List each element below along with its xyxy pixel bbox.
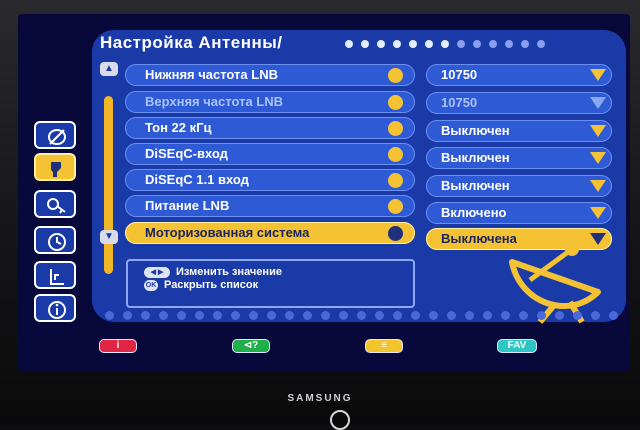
red-button[interactable]: i — [99, 339, 137, 353]
setting-label: DiSEqC-вход — [145, 146, 228, 161]
setting-value: Выключен — [441, 178, 510, 193]
setting-label: Тон 22 кГц — [145, 120, 212, 135]
row-indicator-icon — [388, 226, 403, 241]
sidebar-item-satellite[interactable] — [34, 121, 76, 149]
menu-title: Настройка Антенны/ — [100, 33, 283, 52]
fav-button[interactable]: FAV — [497, 339, 537, 353]
row-indicator-icon — [388, 95, 403, 110]
ok-key-icon: OK — [144, 279, 158, 291]
dropdown-arrow-icon — [590, 152, 606, 164]
setting-row-diseqc[interactable]: DiSEqC-вход — [125, 143, 415, 165]
power-button[interactable] — [330, 410, 350, 430]
setting-value-diseqc-11[interactable]: Выключен — [426, 175, 612, 197]
setting-value-lnb-power[interactable]: Включено — [426, 202, 612, 224]
tv-brand-logo: SAMSUNG — [287, 393, 353, 404]
setting-label: Нижняя частота LNB — [145, 67, 278, 82]
key-icon — [47, 198, 66, 214]
scroll-up-icon[interactable]: ▲ — [100, 62, 118, 76]
sidebar-item-info[interactable] — [34, 294, 76, 322]
help-line-open: OK Раскрыть список — [144, 279, 258, 291]
setting-row-lnb-high[interactable]: Верхняя частота LNB — [125, 91, 415, 113]
setting-row-lnb-low[interactable]: Нижняя частота LNB — [125, 64, 415, 86]
scrollbar[interactable]: ▲ ▼ — [100, 62, 118, 274]
setting-label: Моторизованная система — [145, 225, 310, 240]
help-open-text: Раскрыть список — [164, 279, 259, 291]
sidebar-item-antenna[interactable] — [34, 153, 76, 181]
setting-value: Выключен — [441, 150, 510, 165]
bottom-dots — [105, 311, 618, 320]
dropdown-arrow-icon — [590, 207, 606, 219]
green-button[interactable]: ⊲? — [232, 339, 270, 353]
sidebar-item-chart[interactable] — [34, 261, 76, 289]
title-dots — [345, 40, 545, 48]
info-icon — [48, 301, 66, 319]
clock-icon — [48, 233, 66, 251]
setting-label: DiSEqC 1.1 вход — [145, 172, 249, 187]
setting-value-lnb-low[interactable]: 10750 — [426, 64, 612, 86]
left-right-keys-icon: ◀ ▶ — [144, 266, 170, 278]
dropdown-arrow-icon — [590, 97, 606, 109]
yellow-button[interactable]: ≡ — [365, 339, 403, 353]
setting-row-diseqc-11[interactable]: DiSEqC 1.1 вход — [125, 169, 415, 191]
row-indicator-icon — [388, 173, 403, 188]
scroll-down-icon[interactable]: ▼ — [100, 230, 118, 244]
chart-icon — [50, 269, 64, 285]
sidebar-item-clock[interactable] — [34, 226, 76, 254]
help-change-text: Изменить значение — [176, 266, 282, 278]
setting-value-tone-22khz[interactable]: Выключен — [426, 120, 612, 142]
scroll-thumb[interactable] — [104, 96, 113, 274]
setting-label: Верхняя частота LNB — [145, 94, 283, 109]
satellite-off-icon — [48, 129, 66, 145]
setting-row-lnb-power[interactable]: Питание LNB — [125, 195, 415, 217]
setting-value: Включено — [441, 205, 507, 220]
dropdown-arrow-icon — [590, 69, 606, 81]
setting-row-tone-22khz[interactable]: Тон 22 кГц — [125, 117, 415, 139]
row-indicator-icon — [388, 68, 403, 83]
antenna-settings-icon — [51, 162, 61, 177]
setting-value-diseqc[interactable]: Выключен — [426, 147, 612, 169]
setting-value-lnb-high[interactable]: 10750 — [426, 92, 612, 114]
help-box: ◀ ▶ Изменить значение OK Раскрыть список — [126, 259, 415, 308]
help-line-change: ◀ ▶ Изменить значение — [144, 266, 282, 278]
setting-value: Выключен — [441, 123, 510, 138]
row-indicator-icon — [388, 199, 403, 214]
dropdown-arrow-icon — [590, 125, 606, 137]
dropdown-arrow-icon — [590, 180, 606, 192]
sidebar-item-key[interactable] — [34, 190, 76, 218]
setting-value: 10750 — [441, 67, 478, 82]
setting-value: 10750 — [441, 95, 478, 110]
setting-label: Питание LNB — [145, 198, 230, 213]
setting-row-motorized[interactable]: Моторизованная система — [125, 222, 415, 244]
row-indicator-icon — [388, 147, 403, 162]
row-indicator-icon — [388, 121, 403, 136]
